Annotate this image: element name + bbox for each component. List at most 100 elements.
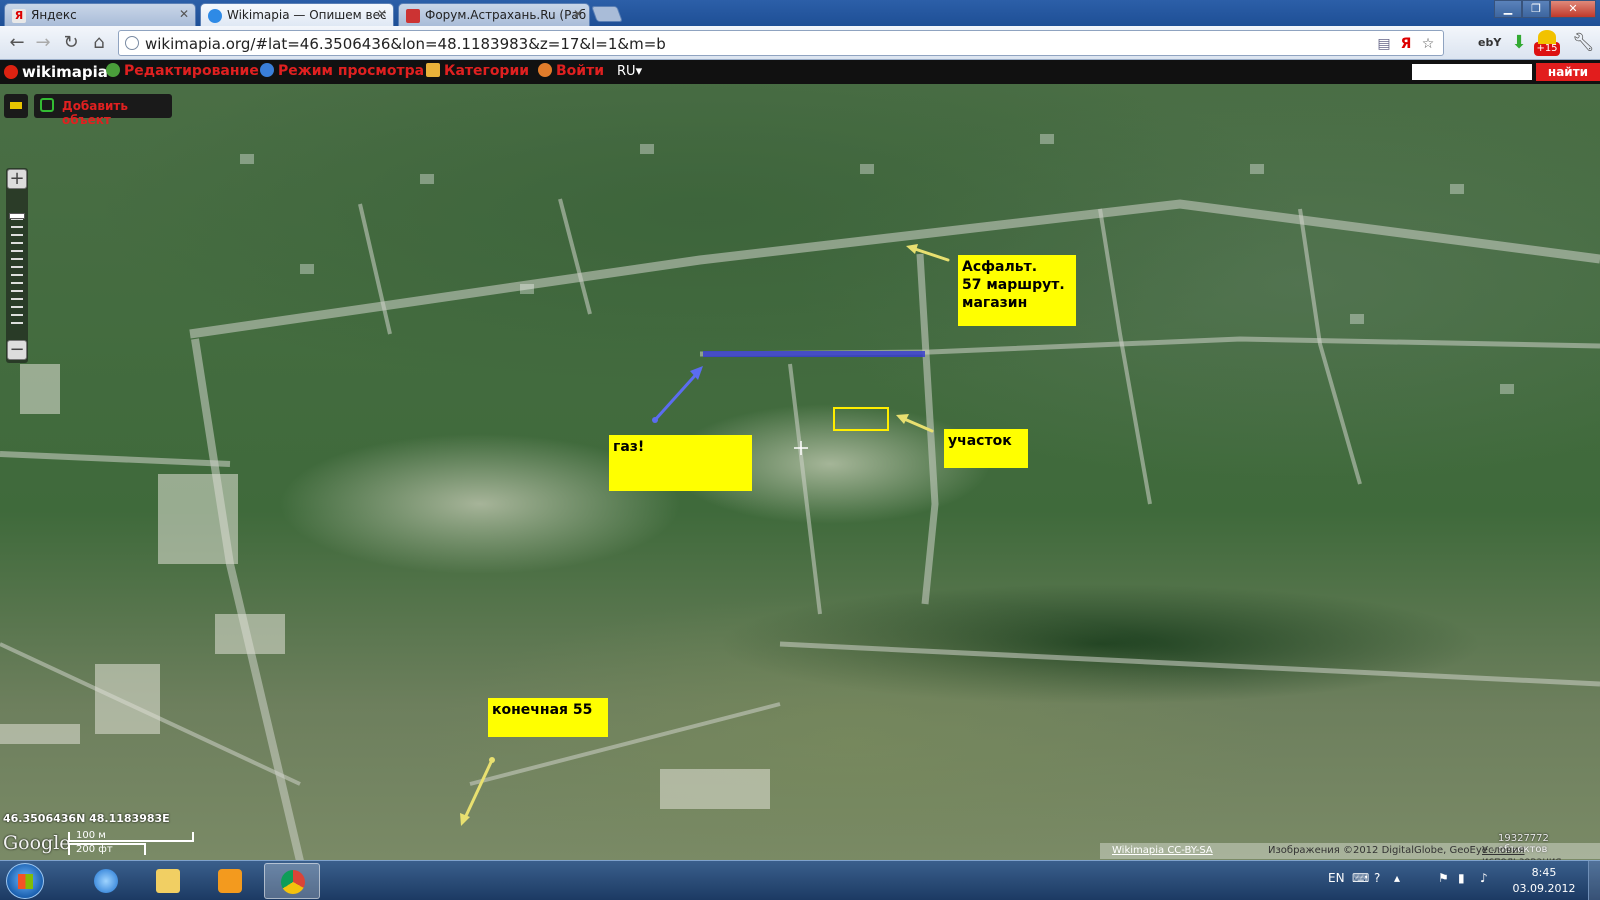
windows-start-icon [18, 874, 33, 889]
clock-time: 8:45 [1531, 866, 1557, 879]
yandex-icon[interactable]: Я [1397, 34, 1415, 54]
page-icon[interactable]: ▤ [1375, 34, 1393, 54]
home-icon[interactable]: ⌂ [88, 32, 110, 54]
google-logo: Google [3, 832, 71, 854]
tab-title: Яндекс [31, 8, 77, 22]
satellite-map[interactable]: Асфальт. 57 маршрут. магазин газ! участо… [0, 84, 1600, 861]
close-tab-icon[interactable]: ✕ [377, 7, 387, 21]
attribution-bar: Wikimapia CC-BY-SA Изображения ©2012 Dig… [1100, 843, 1600, 867]
scale-bar: 100 м 200 фт [68, 830, 194, 856]
media-player-icon [218, 869, 242, 893]
volume-icon[interactable]: ♪ [1480, 871, 1488, 885]
maximize-button[interactable]: ❐ [1522, 0, 1550, 18]
chevron-down-icon: ▾ [635, 64, 643, 79]
download-extension-icon[interactable]: ⬇ [1508, 33, 1530, 53]
notification-badge[interactable]: +15 [1534, 42, 1560, 56]
map-roads [0, 134, 1600, 861]
minimize-button[interactable]: ▁ [1494, 0, 1522, 18]
tab-wikimapia[interactable]: Wikimapia — Опишем вес ✕ [200, 3, 394, 26]
user-icon [538, 63, 552, 77]
categories-icon [426, 63, 440, 77]
system-clock[interactable]: 8:45 03.09.2012 [1508, 865, 1580, 897]
wikimapia-logo[interactable]: wikimapia [4, 63, 108, 81]
label-asphalt: Асфальт. 57 маршрут. магазин [958, 255, 1076, 326]
new-tab-button[interactable] [591, 6, 623, 22]
taskbar: EN ⌨ ? ▴ ⚑ ▮ ♪ 8:45 03.09.2012 [0, 860, 1600, 900]
network-icon[interactable]: ▮ [1458, 871, 1465, 885]
wikimapia-license-link[interactable]: Wikimapia CC-BY-SA [1112, 845, 1213, 856]
ruler-button[interactable] [4, 94, 28, 118]
menu-label: Редактирование [124, 63, 259, 79]
wrench-icon[interactable]: 🔧︎ [1572, 33, 1595, 53]
imagery-credit: Изображения ©2012 DigitalGlobe, GeoEye - [1268, 845, 1495, 856]
edit-globe-icon [106, 63, 120, 77]
close-window-button[interactable]: ✕ [1550, 0, 1596, 18]
menu-edit[interactable]: Редактирование [106, 63, 259, 79]
input-language[interactable]: EN [1328, 871, 1345, 885]
taskbar-explorer[interactable] [140, 863, 196, 899]
wikimapia-logo-icon [4, 65, 18, 79]
yandex-favicon-icon: Я [12, 9, 26, 23]
ruler-icon [10, 102, 22, 109]
plot-outline[interactable] [833, 407, 889, 431]
show-desktop-button[interactable] [1588, 861, 1600, 900]
taskbar-media-player[interactable] [202, 863, 258, 899]
bookmark-star-icon[interactable]: ☆ [1419, 34, 1437, 54]
add-object-icon [40, 98, 54, 112]
zoom-in-button[interactable]: + [7, 169, 27, 189]
menu-label: Режим просмотра [278, 63, 425, 79]
tab-title: Форум.Астрахань.Ru (Раб [425, 8, 587, 22]
menu-login[interactable]: Войти [538, 63, 604, 79]
back-icon[interactable]: ← [6, 32, 28, 54]
label-line: 57 маршрут. [962, 277, 1065, 293]
keyboard-icon[interactable]: ⌨ [1352, 871, 1369, 885]
taskbar-ie[interactable] [78, 863, 134, 899]
close-tab-icon[interactable]: ✕ [179, 7, 189, 21]
label-gas: газ! [609, 435, 752, 491]
wikimapia-favicon-icon [208, 9, 222, 23]
language-selector[interactable]: RU▾ [617, 64, 642, 79]
chrome-icon [281, 870, 305, 894]
forum-favicon-icon [406, 9, 420, 23]
zoom-slider-thumb[interactable] [9, 213, 25, 219]
zoom-control: + − [6, 168, 28, 363]
action-center-icon[interactable]: ⚑ [1438, 871, 1449, 885]
compass-icon [260, 63, 274, 77]
address-bar[interactable]: wikimapia.org/#lat=46.3506436&lon=48.118… [118, 30, 1444, 56]
start-button[interactable] [6, 863, 44, 899]
explorer-folder-icon [156, 869, 180, 893]
language-label: RU [617, 64, 636, 79]
find-button[interactable]: найти [1536, 63, 1600, 81]
ebay-extension-icon[interactable]: ebY [1478, 33, 1501, 53]
zoom-out-button[interactable]: − [7, 340, 27, 360]
menu-view-mode[interactable]: Режим просмотра [260, 63, 424, 79]
logo-text: wikimapia [22, 63, 108, 81]
tab-forum[interactable]: Форум.Астрахань.Ru (Раб ✕ [398, 3, 590, 26]
forward-icon[interactable]: → [32, 32, 54, 54]
address-url: wikimapia.org/#lat=46.3506436&lon=48.118… [145, 35, 666, 53]
label-line: магазин [962, 295, 1028, 311]
help-icon[interactable]: ? [1374, 871, 1380, 885]
close-tab-icon[interactable]: ✕ [573, 7, 583, 21]
tray-arrow-icon[interactable]: ▴ [1394, 871, 1400, 885]
browser-toolbar: ← → ↻ ⌂ wikimapia.org/#lat=46.3506436&lo… [0, 26, 1600, 60]
scale-imperial: 200 фт [76, 844, 113, 855]
add-object-button[interactable]: Добавить объект [34, 94, 172, 127]
coordinates-readout: 46.3506436N 48.1183983E [3, 812, 170, 825]
tab-title: Wikimapia — Опишем вес [227, 8, 387, 22]
tab-yandex[interactable]: Я Яндекс ✕ [4, 3, 196, 26]
globe-icon [125, 36, 139, 50]
taskbar-chrome[interactable] [264, 863, 320, 899]
reload-icon[interactable]: ↻ [60, 32, 82, 54]
label-line: Асфальт. [962, 259, 1038, 275]
menu-label: Категории [444, 63, 530, 79]
bell-extension-icon[interactable] [1538, 30, 1556, 44]
menu-label: Войти [556, 63, 605, 79]
label-plot: участок [944, 429, 1028, 468]
internet-explorer-icon [94, 869, 118, 893]
clock-date: 03.09.2012 [1512, 882, 1576, 895]
label-terminal: конечная 55 [488, 698, 608, 737]
menu-categories[interactable]: Категории [426, 63, 529, 79]
search-input[interactable] [1412, 64, 1532, 80]
screen: Я Яндекс ✕ Wikimapia — Опишем вес ✕ Фору… [0, 0, 1600, 900]
